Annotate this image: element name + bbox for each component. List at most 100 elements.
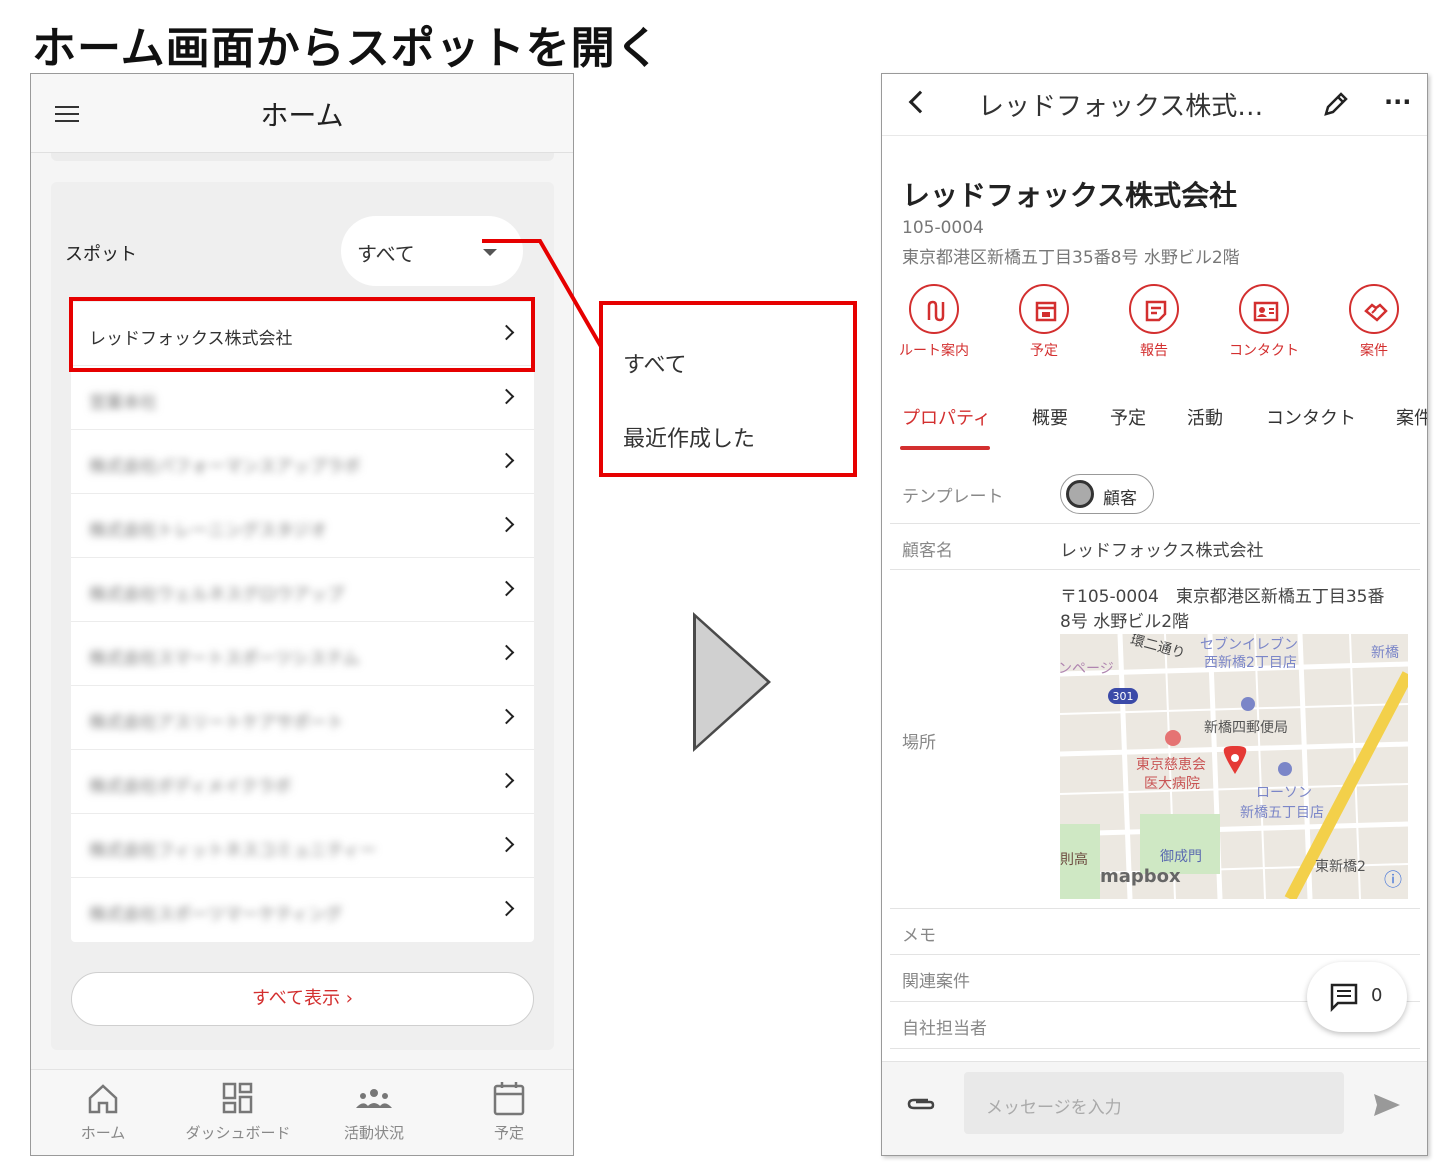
next-arrow-fill [696,618,767,746]
home-title: ホーム [260,99,344,132]
spot-name: 株式会社パフォーマンスアップラボ [89,457,361,477]
spot-list-item[interactable]: 株式会社トレーニングスタジオ [71,494,534,558]
menu-item-recent[interactable]: 最近作成した [623,421,755,453]
prop-label: メモ [902,926,936,946]
template-chip[interactable]: 顧客 [1060,474,1154,514]
map-label-lawson: ローソン [1256,785,1312,801]
action-deal[interactable]: 案件 [1319,284,1427,360]
map-label-sokuko: 則高 [1060,852,1088,868]
prop-row-memo: メモ [890,909,1420,955]
map-info-icon[interactable]: ⓘ [1384,866,1402,892]
spot-list-item[interactable]: 株式会社ボディメイクラボ [71,750,534,814]
more-icon[interactable]: ··· [1384,88,1411,116]
detail-header: レッドフォックス株式… ··· [882,74,1427,136]
tab-activity[interactable]: 活動 [1187,404,1223,430]
prop-label: 関連案件 [902,972,970,992]
nav-item-home[interactable]: ホーム [43,1080,163,1143]
spot-list-item[interactable]: 株式会社スマートスポーツシステム [71,622,534,686]
calendar-icon [1035,301,1057,322]
map-label-post: 新橋四郵便局 [1204,720,1288,736]
spot-name: 株式会社スマートスポーツシステム [89,649,360,669]
spot-filter-value: すべて [357,242,415,266]
prop-row-template: テンプレート 顧客 [890,466,1420,524]
nav-label: 活動状況 [343,1124,404,1142]
contact-card-icon [1253,301,1279,322]
tab-overview[interactable]: 概要 [1032,404,1068,430]
calendar-icon [493,1082,525,1116]
map-label-seven: セブンイレブン [1200,637,1298,653]
spot-list-item[interactable]: 株式会社アスリートケアサポート [71,686,534,750]
edit-icon[interactable] [1322,90,1350,118]
route-icon [927,300,945,322]
nav-label: ホーム [80,1124,126,1142]
nav-item-activity[interactable]: 活動状況 [314,1080,434,1143]
comment-button[interactable]: 0 [1307,962,1407,1032]
message-input[interactable]: メッセージを入力 [964,1072,1344,1134]
action-report[interactable]: 報告 [1099,284,1209,360]
detail-header-title: レッドフォックス株式… [978,92,1264,122]
show-all-button[interactable]: すべて表示 › [71,972,534,1026]
spot-list-item[interactable]: 株式会社ウェルネスグロウアップ [71,558,534,622]
tab-contact[interactable]: コンタクト [1266,404,1356,430]
card-edge [51,153,554,161]
back-icon[interactable] [908,90,932,114]
company-name: レッドフォックス株式会社 [902,179,1238,212]
spot-name: 株式会社スポーツマーケティング [89,905,343,925]
attachment-icon[interactable] [906,1094,936,1114]
filter-dropdown-menu: すべて 最近作成した [599,301,857,477]
tab-schedule[interactable]: 予定 [1110,404,1146,430]
highlight-box-spot [69,297,535,372]
svg-text:301: 301 [1113,690,1134,703]
spot-detail-screen: レッドフォックス株式… ··· レッドフォックス株式会社 105-0004 東京… [881,73,1428,1156]
prop-label: 自社担当者 [902,1019,987,1039]
spot-list-item[interactable]: 株式会社パフォーマンスアップラボ [71,430,534,494]
action-contact[interactable]: コンタクト [1209,284,1319,360]
chip-text: 顧客 [1103,489,1137,509]
dashboard-icon [222,1082,253,1114]
nav-item-schedule[interactable]: 予定 [449,1080,569,1143]
prop-value: レッドフォックス株式会社 [1060,541,1264,561]
tab-deal[interactable]: 案件 [1396,404,1427,430]
report-icon [1145,300,1167,322]
caret-down-icon [483,249,497,256]
spot-name: 株式会社フィットネスコミュニティー [89,841,377,861]
nav-label: ダッシュボード [185,1124,291,1142]
mapbox-logo: mapbox [1100,866,1181,887]
nav-label: 予定 [493,1124,524,1142]
send-icon[interactable] [1372,1092,1402,1118]
spot-filter-select[interactable]: すべて [341,216,523,286]
location-map[interactable]: 301 環二通り セブンイレブン 西新橋2丁目店 新橋 ンページ 新橋四郵便局 … [1060,634,1408,899]
spot-label: スポット [65,244,137,265]
chevron-right-icon [498,388,515,405]
home-icon [88,1084,118,1114]
comment-icon [1330,983,1358,1012]
chevron-right-icon [498,836,515,853]
detail-tabs: プロパティ 概要 予定 活動 コンタクト 案件 [882,394,1427,450]
map-label-seven-branch: 西新橋2丁目店 [1204,655,1297,671]
action-route[interactable]: ルート案内 [882,284,989,360]
chevron-right-icon [498,644,515,661]
prop-row-customer-name: 顧客名 レッドフォックス株式会社 [890,524,1420,570]
action-bar: ルート案内 予定 報告 コンタクト 案件 [882,284,1427,374]
home-header: ホーム [31,74,573,153]
page-title: ホーム画面からスポットを開く [32,23,661,74]
message-placeholder: メッセージを入力 [986,1098,1122,1118]
chevron-right-icon [498,516,515,533]
spot-list-item[interactable]: 営業本社 [71,366,534,430]
menu-item-all[interactable]: すべて [623,347,687,379]
bottom-nav: ホーム ダッシュボード 活動状況 予定 [31,1069,573,1155]
active-tab-indicator [900,446,990,450]
comment-count: 0 [1371,985,1383,1006]
tab-property[interactable]: プロパティ [902,404,991,430]
chevron-right-icon [498,900,515,917]
home-screen: ホーム スポット すべて レッドフォックス株式会社 営業本社 株式会社パフォーマンス… [30,73,574,1156]
spot-list: レッドフォックス株式会社 営業本社 株式会社パフォーマンスアップラボ 株式会社トレーニ… [71,302,534,942]
chevron-right-icon [498,452,515,469]
map-label-hospital2: 医大病院 [1144,776,1200,792]
map-label-onarimon: 御成門 [1160,849,1202,865]
spot-list-item[interactable]: 株式会社フィットネスコミュニティー [71,814,534,878]
nav-item-dashboard[interactable]: ダッシュボード [178,1080,298,1143]
spot-list-item[interactable]: 株式会社スポーツマーケティング [71,878,534,942]
map-label-shinbashi: 新橋 [1371,645,1399,661]
action-schedule[interactable]: 予定 [989,284,1099,360]
